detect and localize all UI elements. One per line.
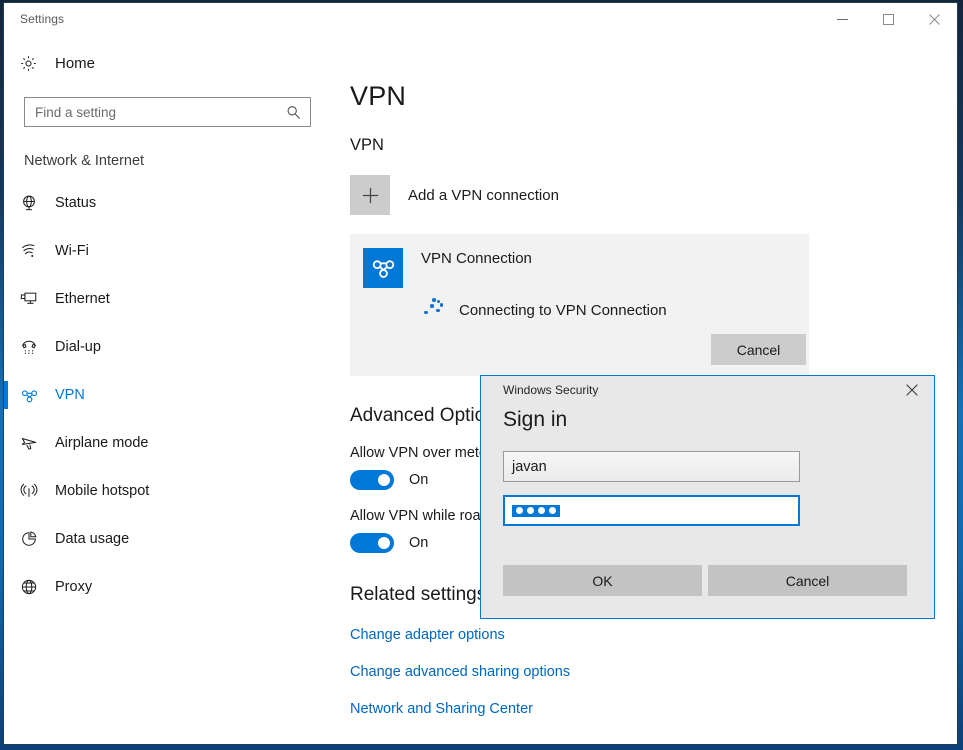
globe-monitor-icon <box>20 194 48 212</box>
password-dot <box>549 507 556 514</box>
dialog-close-icon[interactable] <box>890 376 934 404</box>
ethernet-icon <box>20 290 48 308</box>
sidebar-item-wifi[interactable]: Wi-Fi <box>4 227 336 275</box>
gear-icon <box>20 55 48 72</box>
dialog-cancel-button[interactable]: Cancel <box>708 565 907 596</box>
username-value: javan <box>512 459 547 475</box>
dialog-title: Windows Security <box>481 383 598 397</box>
sidebar-item-data-usage-label: Data usage <box>55 531 129 547</box>
password-dot <box>538 507 545 514</box>
vpn-icon <box>20 386 48 405</box>
close-button[interactable] <box>911 3 957 35</box>
windows-security-dialog: Windows Security Sign in javan OK Cancel <box>480 375 935 619</box>
loading-spinner-icon <box>421 297 447 323</box>
dialog-heading: Sign in <box>481 408 934 432</box>
airplane-icon <box>20 434 48 452</box>
sidebar-item-wifi-label: Wi-Fi <box>55 243 89 259</box>
sidebar: Home Network & Internet <box>4 35 336 745</box>
plus-icon <box>350 175 390 215</box>
search-input[interactable] <box>35 105 286 120</box>
wifi-icon <box>20 242 48 260</box>
allow-vpn-metered-toggle[interactable] <box>350 470 394 490</box>
vpn-connection-icon <box>363 248 403 288</box>
sidebar-item-dialup[interactable]: Dial-up <box>4 323 336 371</box>
globe-icon <box>20 578 48 596</box>
password-dot <box>527 507 534 514</box>
sidebar-item-status-label: Status <box>55 195 96 211</box>
sidebar-item-mobile-hotspot[interactable]: Mobile hotspot <box>4 467 336 515</box>
sidebar-item-ethernet-label: Ethernet <box>55 291 110 307</box>
settings-window: Settings Home <box>3 2 958 745</box>
vpn-connection-header: VPN Connection <box>350 248 809 288</box>
password-dot <box>516 507 523 514</box>
password-masked-value <box>512 505 560 517</box>
maximize-button[interactable] <box>865 3 911 35</box>
hotspot-icon <box>20 482 48 500</box>
dialog-buttons: OK Cancel <box>503 565 907 596</box>
sidebar-category-heading: Network & Internet <box>4 127 336 179</box>
link-network-and-sharing-center[interactable]: Network and Sharing Center <box>350 701 533 717</box>
vpn-connection-card[interactable]: VPN Connection Connecting to VPN Connect… <box>350 234 809 376</box>
minimize-button[interactable] <box>819 3 865 35</box>
vpn-connection-name: VPN Connection <box>421 250 532 267</box>
username-field[interactable]: javan <box>503 451 800 482</box>
vpn-section-heading: VPN <box>350 136 957 155</box>
sidebar-item-ethernet[interactable]: Ethernet <box>4 275 336 323</box>
sidebar-item-airplane-mode[interactable]: Airplane mode <box>4 419 336 467</box>
sidebar-item-airplane-mode-label: Airplane mode <box>55 435 149 451</box>
vpn-connection-status-row: Connecting to VPN Connection <box>350 297 809 323</box>
vpn-cancel-button[interactable]: Cancel <box>711 334 806 365</box>
page-title: VPN <box>350 81 957 112</box>
sidebar-item-data-usage[interactable]: Data usage <box>4 515 336 563</box>
sidebar-item-mobile-hotspot-label: Mobile hotspot <box>55 483 149 499</box>
sidebar-item-dialup-label: Dial-up <box>55 339 101 355</box>
sidebar-item-status[interactable]: Status <box>4 179 336 227</box>
search-icon <box>286 105 304 120</box>
dialog-titlebar[interactable]: Windows Security <box>481 376 934 404</box>
allow-vpn-metered-state: On <box>409 472 428 488</box>
password-field[interactable] <box>503 495 800 526</box>
link-change-adapter-options[interactable]: Change adapter options <box>350 627 505 643</box>
window-title: Settings <box>4 12 64 26</box>
dialup-phone-icon <box>20 338 48 356</box>
sidebar-item-home[interactable]: Home <box>4 45 336 81</box>
pie-chart-icon <box>20 530 48 548</box>
sidebar-item-proxy[interactable]: Proxy <box>4 563 336 611</box>
link-change-advanced-sharing-options[interactable]: Change advanced sharing options <box>350 664 570 680</box>
sidebar-item-home-label: Home <box>55 55 95 72</box>
add-vpn-connection-button[interactable]: Add a VPN connection <box>350 175 650 215</box>
sidebar-item-proxy-label: Proxy <box>55 579 92 595</box>
window-controls <box>819 3 957 35</box>
search-box[interactable] <box>24 97 311 127</box>
vpn-connection-status-text: Connecting to VPN Connection <box>459 302 667 319</box>
allow-vpn-roaming-state: On <box>409 535 428 551</box>
add-vpn-connection-label: Add a VPN connection <box>408 187 559 204</box>
window-titlebar[interactable]: Settings <box>4 3 957 35</box>
allow-vpn-roaming-toggle[interactable] <box>350 533 394 553</box>
sidebar-item-vpn[interactable]: VPN <box>4 371 336 419</box>
dialog-ok-button[interactable]: OK <box>503 565 702 596</box>
sidebar-item-vpn-label: VPN <box>55 387 85 403</box>
